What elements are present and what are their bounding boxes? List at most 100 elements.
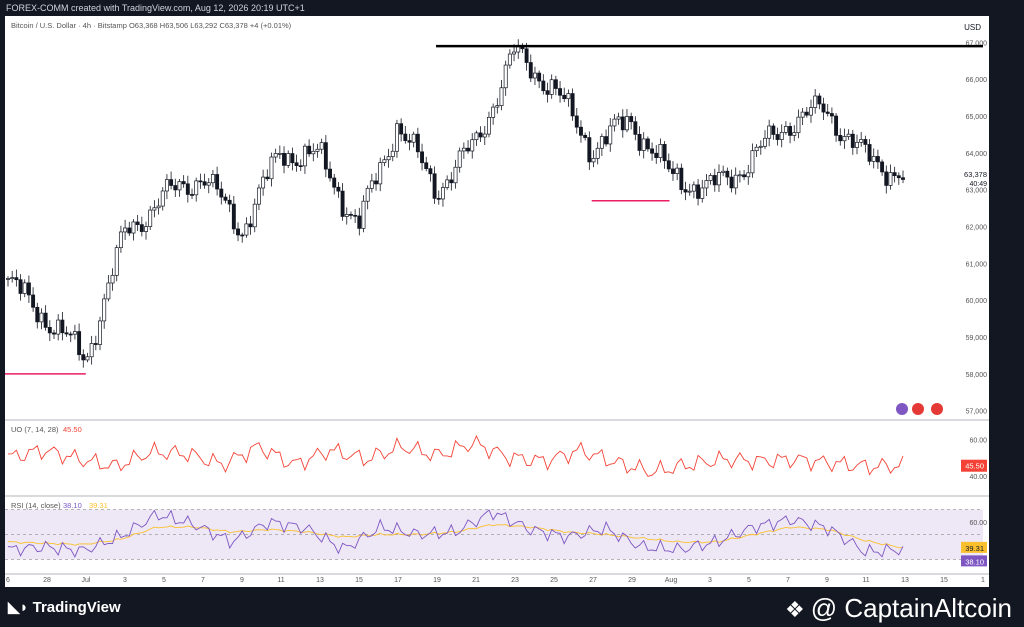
candle-up	[56, 319, 61, 335]
candle-down	[633, 121, 638, 135]
candle-up	[10, 277, 15, 279]
candle-down	[374, 180, 378, 185]
candle-up	[783, 126, 788, 133]
candle-down	[127, 227, 132, 234]
candle-down	[265, 176, 270, 180]
candle-down	[353, 214, 358, 217]
candle-up	[445, 179, 450, 188]
candle-up	[22, 282, 27, 294]
candle-up	[859, 139, 864, 143]
time-tick-label: 23	[511, 577, 519, 584]
candle-down	[817, 95, 822, 105]
candle-down	[77, 331, 82, 355]
candle-up	[98, 320, 102, 345]
candle-up	[311, 150, 316, 155]
tradingview-logo[interactable]: ◣◗ TradingView	[8, 598, 121, 616]
candle-down	[231, 203, 236, 230]
candle-down	[14, 277, 19, 281]
candle-down	[834, 115, 839, 136]
candle-up	[382, 159, 387, 164]
time-tick-label: 9	[240, 577, 244, 584]
header-bar: FOREX-COMM created with TradingView.com,…	[0, 0, 1024, 16]
candle-down	[742, 174, 747, 178]
candle-up	[110, 274, 115, 284]
candle-down	[579, 126, 583, 136]
candle-up	[156, 205, 161, 209]
candle-down	[884, 171, 889, 186]
candle-down	[604, 136, 609, 145]
candle-down	[545, 90, 550, 95]
candle-down	[202, 181, 207, 186]
time-tick-label: 13	[901, 577, 909, 584]
candle-down	[892, 172, 897, 177]
candle-up	[512, 51, 517, 55]
candle-up	[595, 147, 600, 159]
time-tick-label: 7	[786, 577, 790, 584]
candle-down	[307, 145, 312, 155]
candle-down	[432, 173, 437, 199]
candle-up	[365, 187, 370, 202]
candle-up	[244, 223, 249, 236]
candle-down	[637, 133, 642, 151]
candle-down	[875, 156, 880, 163]
time-tick-label: 9	[825, 577, 829, 584]
candle-up	[319, 142, 324, 150]
candle-down	[671, 168, 675, 174]
candle-up	[487, 117, 491, 135]
candle-up	[599, 136, 604, 149]
uo-value-tag-label: 45.50	[965, 462, 984, 471]
chart-frame[interactable]: Bitcoin / U.S. Dollar · 4h · Bitstamp O6…	[5, 16, 989, 587]
countdown-label: 40:49	[969, 181, 987, 188]
candle-up	[809, 107, 813, 116]
candle-down	[825, 111, 830, 114]
candle-down	[850, 133, 855, 148]
candle-down	[173, 185, 178, 191]
candle-up	[708, 175, 713, 181]
candle-down	[139, 224, 144, 232]
candle-down	[867, 144, 872, 162]
candle-down	[620, 116, 625, 131]
last-price-label: 63,378	[964, 170, 987, 179]
candle-up	[369, 180, 374, 189]
candle-down	[775, 134, 780, 140]
price-tick-label: 61,000	[966, 261, 988, 268]
candle-down	[558, 88, 563, 96]
candle-up	[846, 133, 851, 137]
candle-down	[528, 62, 533, 79]
tradingview-logo-text: TradingView	[32, 599, 121, 616]
candle-up	[533, 72, 537, 79]
candle-up	[871, 156, 876, 162]
price-tick-label: 58,000	[966, 372, 988, 379]
time-tick-label: 19	[433, 577, 441, 584]
candle-up	[482, 133, 487, 138]
rsi-tick-label: 60.00	[969, 520, 987, 527]
time-tick-label: 27	[589, 577, 597, 584]
candle-up	[750, 150, 755, 174]
rsi-value: 38.10	[63, 501, 82, 510]
candle-down	[570, 93, 575, 117]
candle-up	[269, 156, 274, 180]
time-tick-label: 6	[6, 577, 10, 584]
time-tick-label: 21	[472, 577, 480, 584]
candle-up	[102, 298, 107, 322]
time-tick-label: 1	[981, 577, 985, 584]
candle-up	[737, 174, 742, 177]
candle-down	[788, 126, 793, 136]
candle-down	[290, 153, 295, 164]
candle-down	[415, 133, 420, 153]
candle-up	[441, 187, 445, 200]
candle-down	[52, 332, 56, 335]
candle-down	[340, 190, 345, 217]
us-flag-icon	[931, 403, 943, 415]
candle-down	[190, 194, 194, 196]
candle-up	[461, 147, 466, 152]
price-chart[interactable]: Bitcoin / U.S. Dollar · 4h · Bitstamp O6…	[5, 16, 989, 587]
candle-down	[185, 183, 190, 195]
uo-value: 45.50	[63, 425, 82, 434]
candle-down	[880, 161, 885, 173]
candle-down	[64, 332, 69, 335]
time-tick-label: 7	[201, 577, 205, 584]
rsi-value-tag-label: 38.10	[965, 557, 984, 566]
candle-up	[687, 190, 692, 193]
candle-up	[754, 146, 759, 152]
